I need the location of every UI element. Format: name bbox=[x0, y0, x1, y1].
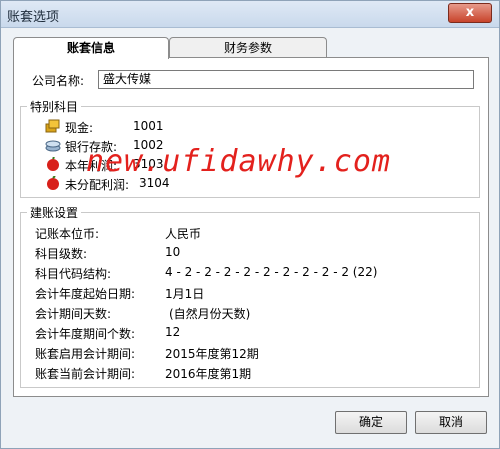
bank-icon bbox=[45, 140, 61, 152]
setup-row-value: 2015年度第12期 bbox=[165, 347, 259, 361]
setup-row-value: 2016年度第1期 bbox=[165, 367, 252, 381]
title-bar: 账套选项 x bbox=[1, 1, 499, 28]
tab-finance-params[interactable]: 财务参数 bbox=[169, 37, 327, 58]
cash-icon bbox=[45, 119, 60, 133]
tab-panel: 公司名称: 盛大传媒 特别科目 现金: 1001 银行存款: 1002 本年利润… bbox=[13, 57, 489, 397]
setup-row-label: 账套启用会计期间: bbox=[35, 347, 136, 361]
setup-group: 建账设置 记账本位币: 人民币 科目级数: 10 科目代码结构: 4 - 2 -… bbox=[20, 204, 480, 388]
watermark: new.ufidawhy.com bbox=[86, 144, 391, 179]
company-name-input[interactable]: 盛大传媒 bbox=[98, 70, 474, 89]
apple-icon bbox=[47, 176, 59, 190]
setup-title: 建账设置 bbox=[27, 204, 82, 221]
setup-row-label: 账套当前会计期间: bbox=[35, 367, 136, 381]
close-button[interactable]: x bbox=[448, 3, 492, 23]
special-item-code: 1001 bbox=[133, 119, 164, 133]
cancel-button[interactable]: 取消 bbox=[415, 411, 487, 434]
company-name-label: 公司名称: bbox=[32, 74, 85, 88]
profit-icon bbox=[47, 157, 59, 171]
setup-row-label: 科目代码结构: bbox=[35, 267, 112, 281]
tab-account-info[interactable]: 账套信息 bbox=[13, 37, 169, 59]
setup-row-value: 12 bbox=[165, 325, 181, 339]
window-title: 账套选项 bbox=[7, 10, 60, 25]
setup-row-value: 1月1日 bbox=[165, 287, 205, 301]
setup-row-label: 记账本位币: bbox=[35, 227, 100, 241]
setup-row-value: (自然月份天数) bbox=[169, 307, 251, 321]
setup-row-label: 会计年度期间个数: bbox=[35, 327, 136, 341]
special-accounts-title: 特别科目 bbox=[27, 98, 82, 115]
setup-row-label: 科目级数: bbox=[35, 247, 88, 261]
setup-row-value: 人民币 bbox=[165, 227, 202, 241]
setup-row-value: 10 bbox=[165, 245, 181, 259]
ok-button[interactable]: 确定 bbox=[335, 411, 407, 434]
setup-row-value: 4 - 2 - 2 - 2 - 2 - 2 - 2 - 2 - 2 - 2 (2… bbox=[165, 265, 378, 279]
options-dialog: 账套选项 x 账套信息 财务参数 公司名称: 盛大传媒 特别科目 现金: 100… bbox=[0, 0, 500, 449]
setup-row-label: 会计年度起始日期: bbox=[35, 287, 136, 301]
special-item-label: 现金: bbox=[65, 121, 94, 135]
setup-row-label: 会计期间天数: bbox=[35, 307, 112, 321]
